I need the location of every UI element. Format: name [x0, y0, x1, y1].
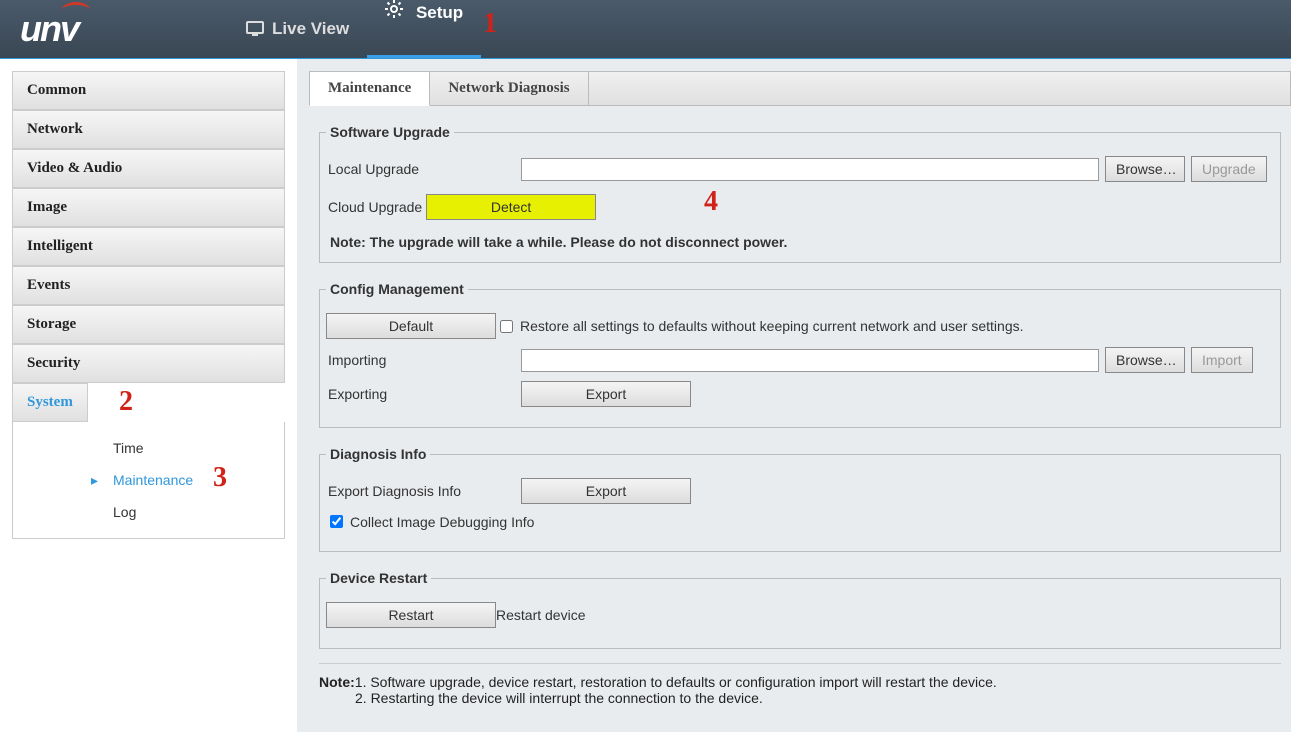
restore-settings-checkbox[interactable] — [500, 320, 513, 333]
nav-setup[interactable]: Setup 1 — [367, 0, 481, 58]
sidebar-item-security[interactable]: Security — [12, 344, 285, 383]
monitor-icon — [246, 21, 264, 37]
device-restart-group: Device Restart Restart Restart device — [319, 570, 1281, 649]
sidebar-item-storage[interactable]: Storage — [12, 305, 285, 344]
tab-bar: Maintenance Network Diagnosis — [309, 71, 1291, 106]
annotation-4: 4 — [704, 186, 718, 218]
sidebar: Common Network Video & Audio Image Intel… — [0, 59, 297, 732]
sidebar-item-system[interactable]: System 2 — [12, 383, 88, 422]
local-upgrade-label: Local Upgrade — [326, 161, 521, 177]
content-area: Maintenance Network Diagnosis Software U… — [297, 59, 1291, 732]
software-upgrade-group: Software Upgrade Local Upgrade Browse… U… — [319, 124, 1281, 263]
note-line-1: 1. Software upgrade, device restart, res… — [355, 674, 997, 690]
diagnosis-info-group: Diagnosis Info Export Diagnosis Info Exp… — [319, 446, 1281, 552]
importing-browse-button[interactable]: Browse… — [1105, 347, 1185, 373]
restore-settings-label: Restore all settings to defaults without… — [520, 318, 1024, 334]
annotation-2: 2 — [119, 386, 133, 418]
importing-input[interactable] — [521, 349, 1099, 372]
collect-debug-checkbox[interactable] — [330, 515, 343, 528]
sidebar-sub-maintenance[interactable]: Maintenance 3 — [13, 464, 203, 496]
sidebar-item-image[interactable]: Image — [12, 188, 285, 227]
collect-debug-label: Collect Image Debugging Info — [350, 514, 534, 530]
diagnosis-info-legend: Diagnosis Info — [326, 446, 430, 462]
page-notes: Note: 1. Software upgrade, device restar… — [319, 663, 1281, 706]
config-management-legend: Config Management — [326, 281, 468, 297]
restart-button[interactable]: Restart — [326, 602, 496, 628]
logo: unv — [20, 8, 78, 50]
sidebar-item-video-audio[interactable]: Video & Audio — [12, 149, 285, 188]
tab-network-diagnosis[interactable]: Network Diagnosis — [429, 71, 588, 105]
local-upgrade-upgrade-button[interactable]: Upgrade — [1191, 156, 1267, 182]
config-default-spacer: Default — [326, 313, 496, 339]
nav-setup-label: Setup — [416, 3, 463, 22]
cloud-upgrade-label: Cloud Upgrade — [326, 199, 422, 215]
import-button[interactable]: Import — [1191, 347, 1253, 373]
nav-live-view[interactable]: Live View — [228, 0, 367, 58]
software-upgrade-legend: Software Upgrade — [326, 124, 454, 140]
annotation-1: 1 — [483, 8, 497, 40]
local-upgrade-browse-button[interactable]: Browse… — [1105, 156, 1185, 182]
tab-bar-filler — [588, 71, 1291, 105]
notes-label: Note: — [319, 674, 355, 690]
config-default-button[interactable]: Default — [326, 313, 496, 339]
sidebar-sub-log[interactable]: Log — [13, 496, 284, 528]
sidebar-sub-maintenance-label: Maintenance — [113, 472, 193, 488]
logo-text: unv — [20, 8, 78, 49]
sidebar-item-network[interactable]: Network — [12, 110, 285, 149]
diagnosis-export-button[interactable]: Export — [521, 478, 691, 504]
sidebar-sub-time[interactable]: Time — [13, 432, 284, 464]
body: Common Network Video & Audio Image Intel… — [0, 58, 1291, 732]
local-upgrade-input[interactable] — [521, 158, 1099, 181]
sidebar-item-intelligent[interactable]: Intelligent — [12, 227, 285, 266]
sidebar-item-system-label: System — [27, 394, 73, 410]
annotation-3: 3 — [213, 462, 227, 494]
device-restart-legend: Device Restart — [326, 570, 431, 586]
note-line-2: 2. Restarting the device will interrupt … — [319, 690, 1281, 706]
gear-icon — [385, 0, 403, 18]
restart-description: Restart device — [496, 607, 585, 623]
exporting-label: Exporting — [326, 386, 521, 402]
top-navbar: unv Live View Setup 1 — [0, 0, 1291, 58]
config-management-group: Config Management Default Restore all se… — [319, 281, 1281, 428]
logo-arc-icon — [62, 2, 90, 10]
export-diagnosis-label: Export Diagnosis Info — [326, 483, 521, 499]
sidebar-item-common[interactable]: Common — [12, 71, 285, 110]
restart-spacer: Restart — [326, 602, 496, 628]
importing-label: Importing — [326, 352, 521, 368]
sidebar-item-events[interactable]: Events — [12, 266, 285, 305]
cloud-upgrade-detect-button[interactable]: Detect — [426, 194, 596, 220]
upgrade-note: Note: The upgrade will take a while. Ple… — [330, 234, 1274, 250]
config-export-button[interactable]: Export — [521, 381, 691, 407]
tab-maintenance[interactable]: Maintenance — [309, 71, 430, 106]
sidebar-submenu-system: Time Maintenance 3 Log — [12, 422, 285, 539]
nav-live-view-label: Live View — [272, 19, 349, 39]
nav-active-underline — [367, 55, 481, 58]
